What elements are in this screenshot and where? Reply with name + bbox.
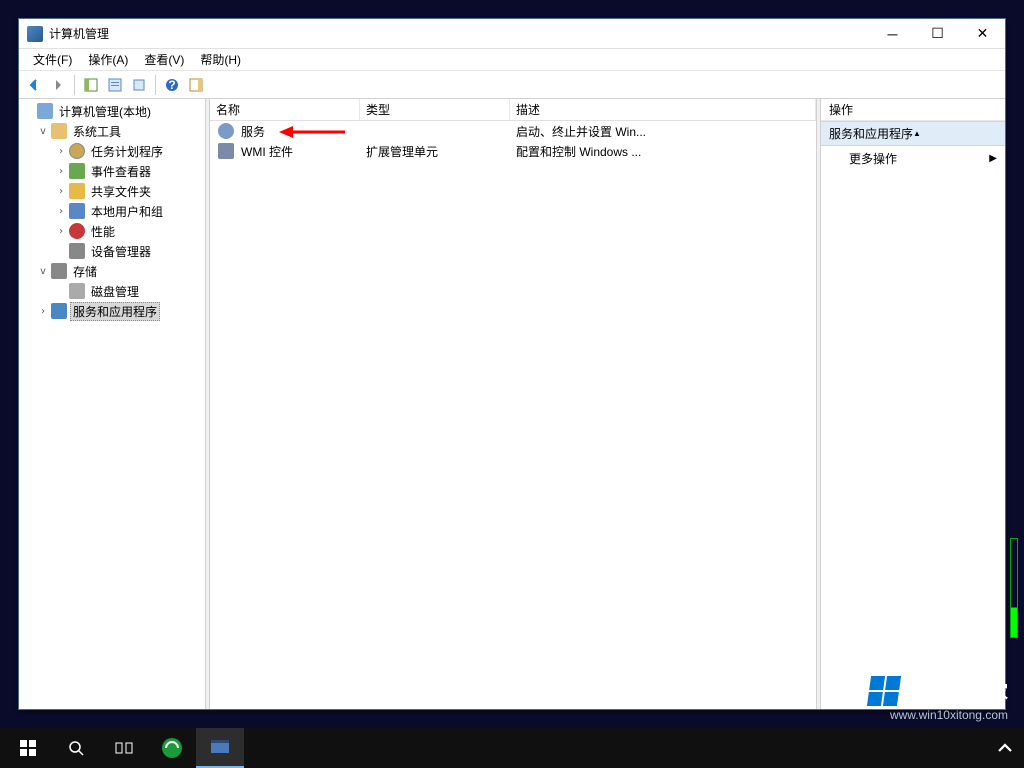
column-type[interactable]: 类型 [360,99,510,120]
actions-group-label: 服务和应用程序 [829,125,913,142]
search-button[interactable] [52,728,100,768]
gear-icon [218,123,234,139]
watermark-brand-zh: 之家 [972,682,1008,702]
tools-icon [51,123,67,139]
clock-icon [69,143,85,159]
tree-pane[interactable]: 计算机管理(本地) v 系统工具 › 任务计划程序 › 事件查看器 › 共享文件… [19,99,205,709]
show-actions-button[interactable] [185,74,207,96]
window-controls: ─ ☐ ✕ [870,20,1005,48]
cell-type: 扩展管理单元 [360,143,510,160]
actions-title: 操作 [821,99,1005,121]
chevron-up-icon[interactable]: ▲ [913,129,997,138]
cell-desc: 配置和控制 Windows ... [510,143,816,160]
tree-storage[interactable]: v 存储 [19,261,205,281]
menubar: 文件(F) 操作(A) 查看(V) 帮助(H) [19,49,1005,71]
forward-button[interactable] [47,74,69,96]
list-pane: 名称 类型 描述 服务 启动、终止并设置 Win... WMI 控件 [210,99,816,709]
watermark-url: www.win10xitong.com [869,708,1008,722]
performance-icon [69,223,85,239]
column-name[interactable]: 名称 [210,99,360,120]
windows-logo-icon [867,676,901,706]
computer-icon [37,103,53,119]
chevron-right-icon[interactable]: › [55,186,67,197]
close-button[interactable]: ✕ [960,20,1005,48]
folder-share-icon [69,183,85,199]
tree-device-manager[interactable]: 设备管理器 [19,241,205,261]
window-title: 计算机管理 [49,25,870,42]
tree-shared-folders[interactable]: › 共享文件夹 [19,181,205,201]
volume-visualizer [1010,538,1018,638]
list-row-services[interactable]: 服务 启动、终止并设置 Win... [210,121,816,141]
actions-pane: 操作 服务和应用程序 ▲ 更多操作 ▶ [821,99,1005,709]
tree-performance[interactable]: › 性能 [19,221,205,241]
cell-name: 服务 [241,123,265,140]
actions-group-header[interactable]: 服务和应用程序 ▲ [821,121,1005,146]
main-content: 计算机管理(本地) v 系统工具 › 任务计划程序 › 事件查看器 › 共享文件… [19,99,1005,709]
taskbar-app-mmc[interactable] [196,728,244,768]
tray-up-button[interactable] [990,728,1020,768]
separator [155,75,156,95]
taskbar-app-edge[interactable] [148,728,196,768]
watermark-brand-en: Win10 [907,678,972,703]
toolbar: ? [19,71,1005,99]
tree-system-tools[interactable]: v 系统工具 [19,121,205,141]
tray [990,728,1020,768]
chevron-right-icon[interactable]: › [55,146,67,157]
chevron-right-icon[interactable]: › [55,166,67,177]
chevron-down-icon[interactable]: v [37,266,49,277]
maximize-button[interactable]: ☐ [915,20,960,48]
cell-desc: 启动、终止并设置 Win... [510,123,816,140]
svg-text:?: ? [168,78,175,92]
back-button[interactable] [23,74,45,96]
menu-help[interactable]: 帮助(H) [192,49,249,70]
titlebar[interactable]: 计算机管理 ─ ☐ ✕ [19,19,1005,49]
list-body[interactable]: 服务 启动、终止并设置 Win... WMI 控件 扩展管理单元 配置和控制 W… [210,121,816,709]
watermark: Win10之家 www.win10xitong.com [869,676,1008,722]
computer-management-window: 计算机管理 ─ ☐ ✕ 文件(F) 操作(A) 查看(V) 帮助(H) [18,18,1006,710]
tree-task-scheduler[interactable]: › 任务计划程序 [19,141,205,161]
tree-root[interactable]: 计算机管理(本地) [19,101,205,121]
tree-disk-management[interactable]: 磁盘管理 [19,281,205,301]
users-icon [69,203,85,219]
storage-icon [51,263,67,279]
chevron-right-icon: ▶ [989,153,997,164]
minimize-button[interactable]: ─ [870,20,915,48]
event-icon [69,163,85,179]
services-icon [51,303,67,319]
taskbar[interactable] [0,728,1024,768]
disk-icon [69,283,85,299]
chevron-right-icon[interactable]: › [55,226,67,237]
desktop-icon-fragment [0,306,14,320]
list-row-wmi[interactable]: WMI 控件 扩展管理单元 配置和控制 Windows ... [210,141,816,161]
wmi-icon [218,143,234,159]
chevron-right-icon[interactable]: › [55,206,67,217]
show-hide-tree-button[interactable] [80,74,102,96]
help-button[interactable]: ? [161,74,183,96]
chevron-down-icon[interactable]: v [37,126,49,137]
chevron-right-icon[interactable]: › [37,306,49,317]
actions-more[interactable]: 更多操作 ▶ [821,146,1005,171]
menu-file[interactable]: 文件(F) [25,49,80,70]
column-desc[interactable]: 描述 [510,99,816,120]
menu-action[interactable]: 操作(A) [80,49,136,70]
tree-services-apps[interactable]: › 服务和应用程序 [19,301,205,321]
start-button[interactable] [4,728,52,768]
cell-name: WMI 控件 [241,143,293,160]
task-view-button[interactable] [100,728,148,768]
separator [74,75,75,95]
list-header: 名称 类型 描述 [210,99,816,121]
tree-event-viewer[interactable]: › 事件查看器 [19,161,205,181]
device-icon [69,243,85,259]
export-button[interactable] [128,74,150,96]
properties-button[interactable] [104,74,126,96]
menu-view[interactable]: 查看(V) [136,49,192,70]
app-icon [27,26,43,42]
tree-local-users[interactable]: › 本地用户和组 [19,201,205,221]
